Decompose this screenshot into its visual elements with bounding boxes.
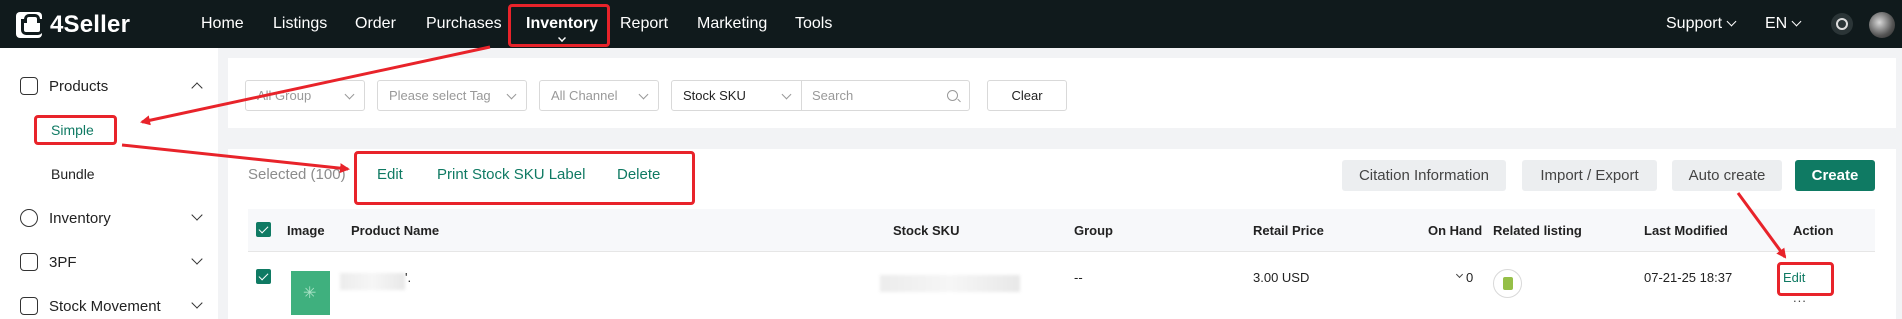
annotation-arrows xyxy=(121,45,1787,259)
annotation-arrow xyxy=(140,45,491,126)
annotation-arrow xyxy=(121,143,350,174)
annotation-arrow xyxy=(1736,192,1787,259)
